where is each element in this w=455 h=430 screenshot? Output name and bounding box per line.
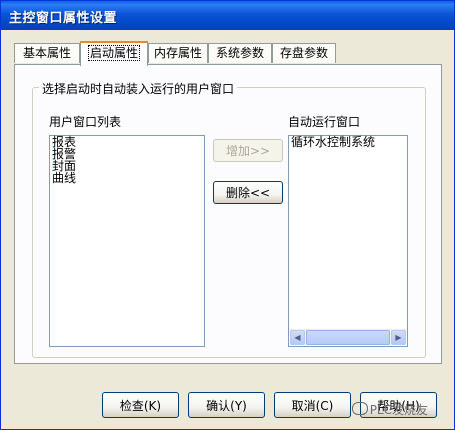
watermark: PLC发烧友	[351, 401, 428, 418]
watermark-text: PLC发烧友	[369, 403, 428, 417]
auto-run-window-list[interactable]: 循环水控制系统 ◀ ▶	[288, 135, 408, 347]
tab-label: 内存属性	[153, 46, 202, 60]
tab-label: 存盘参数	[279, 46, 328, 60]
groupbox-legend: 选择启动时自动装入运行的用户窗口	[39, 80, 238, 97]
list-item[interactable]: 循环水控制系统	[289, 136, 407, 148]
tab-label: 基本属性	[22, 46, 71, 60]
tab-startup-properties[interactable]: 启动属性	[80, 41, 148, 66]
tab-label: 启动属性	[87, 45, 140, 61]
tab-memory-properties[interactable]: 内存属性	[148, 43, 208, 63]
list-item[interactable]: 曲线	[50, 172, 204, 184]
check-button[interactable]: 检查(K)	[102, 392, 179, 418]
auto-run-window-label: 自动运行窗口	[288, 115, 361, 129]
user-window-list-label: 用户窗口列表	[49, 115, 122, 129]
delete-button[interactable]: 删除<<	[213, 181, 283, 204]
tab-panel-startup: 选择启动时自动装入运行的用户窗口 用户窗口列表 报表 报警 封面 曲线 增加>>…	[14, 64, 442, 364]
cancel-button[interactable]: 取消(C)	[274, 392, 351, 418]
tab-save-parameters[interactable]: 存盘参数	[272, 43, 336, 63]
scroll-thumb[interactable]	[306, 330, 390, 345]
tab-basic-properties[interactable]: 基本属性	[14, 43, 80, 63]
properties-dialog: 主控窗口属性设置 基本属性 启动属性 内存属性 系统参数 存盘参数 选择启动时自…	[0, 0, 455, 430]
confirm-button[interactable]: 确认(Y)	[188, 392, 265, 418]
horizontal-scrollbar[interactable]: ◀ ▶	[290, 329, 406, 345]
scroll-left-icon[interactable]: ◀	[290, 330, 305, 345]
user-window-list[interactable]: 报表 报警 封面 曲线	[49, 135, 205, 347]
title-bar[interactable]: 主控窗口属性设置	[1, 1, 454, 30]
add-button[interactable]: 增加>>	[213, 139, 283, 162]
scroll-right-icon[interactable]: ▶	[391, 330, 406, 345]
tab-label: 系统参数	[215, 46, 264, 60]
tab-system-parameters[interactable]: 系统参数	[208, 43, 272, 63]
chat-bubble-icon	[351, 402, 368, 415]
window-title: 主控窗口属性设置	[9, 11, 118, 26]
